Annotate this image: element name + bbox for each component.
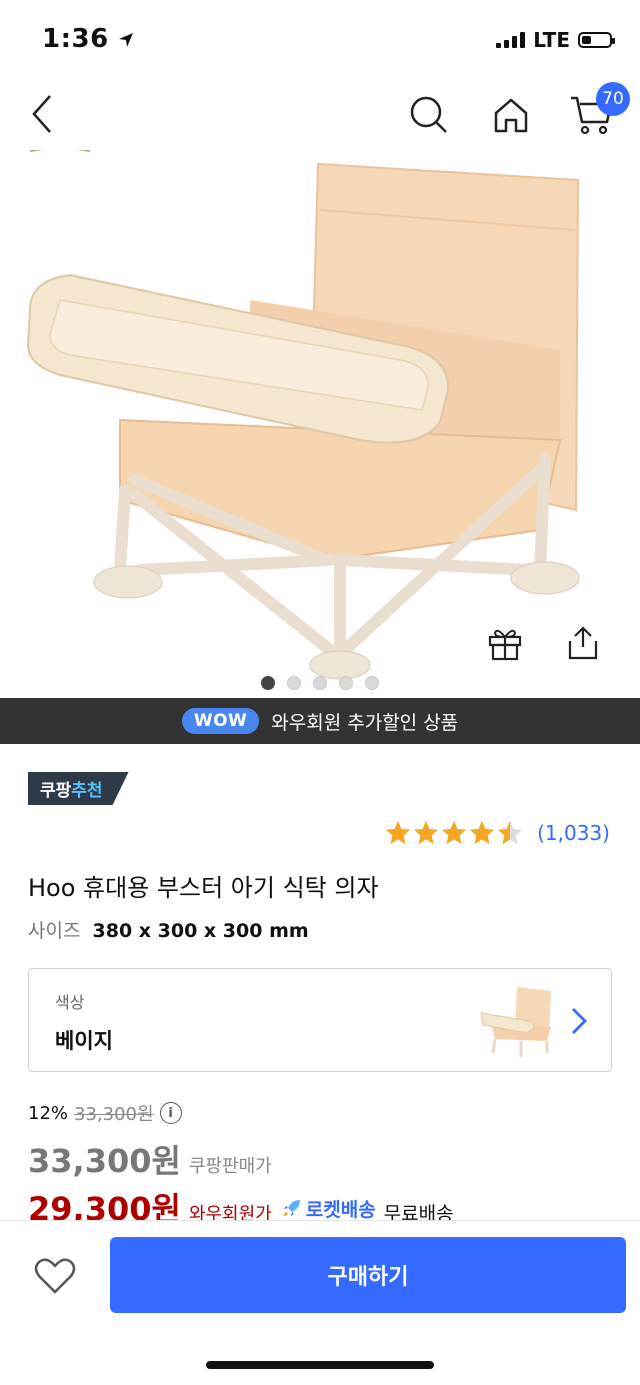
size-value: 380 x 300 x 300 mm: [92, 920, 309, 942]
rocket-icon: [282, 1200, 300, 1217]
wow-banner-text: 와우회원 추가할인 상품: [271, 711, 459, 734]
discount-row: 12% 33,300원 i: [28, 1100, 182, 1126]
gallery-dot[interactable]: [261, 676, 275, 690]
coupang-recommend-tag: 쿠팡 추천: [28, 772, 129, 805]
location-arrow-icon: [119, 32, 134, 47]
gallery-pagination: [0, 676, 640, 690]
star-icon: [386, 821, 411, 844]
star-icon: [414, 821, 439, 844]
gallery-dot[interactable]: [365, 676, 379, 690]
option-value: 베이지: [55, 1029, 113, 1053]
sale-price: 33,300원: [28, 1142, 181, 1180]
gallery-dot[interactable]: [313, 676, 327, 690]
size-row: 사이즈 380 x 300 x 300 mm: [28, 916, 309, 943]
home-indicator: [206, 1361, 434, 1369]
heart-icon: [34, 1258, 76, 1294]
gift-icon: [488, 629, 522, 661]
color-option-selector[interactable]: 색상 베이지: [28, 968, 612, 1072]
discount-rate: 12%: [28, 1102, 69, 1124]
recommend-highlight: 추천: [71, 781, 103, 801]
signal-icon: [496, 32, 526, 48]
original-price: 33,300원: [74, 1104, 154, 1125]
battery-fill: [582, 36, 592, 44]
star-icon: [470, 821, 495, 844]
home-button[interactable]: [490, 94, 532, 136]
sale-price-row: 33,300원 쿠팡판매가: [28, 1136, 272, 1182]
network-label: LTE: [533, 28, 570, 52]
share-icon: [568, 626, 598, 660]
rocket-delivery-badge: 로켓배송: [280, 1195, 376, 1222]
home-icon: [494, 98, 528, 133]
search-icon: [410, 96, 447, 133]
star-icon: [442, 821, 467, 844]
gallery-dot[interactable]: [287, 676, 301, 690]
chevron-left-icon: [32, 95, 51, 133]
booster-chair-image: [26, 150, 580, 680]
buy-button[interactable]: 구매하기: [110, 1237, 626, 1313]
status-time: 1:36: [42, 24, 134, 54]
chevron-right-icon: [572, 1008, 587, 1034]
cart-count-badge: 70: [596, 82, 630, 116]
back-button[interactable]: [22, 92, 62, 136]
review-count[interactable]: (1,033): [537, 821, 610, 845]
star-icon: [498, 821, 523, 844]
info-icon[interactable]: i: [159, 1102, 182, 1124]
status-indicators: LTE: [496, 28, 615, 52]
search-button[interactable]: [408, 94, 450, 136]
gift-button[interactable]: [484, 622, 526, 664]
option-label: 색상: [55, 993, 85, 1012]
option-thumbnail: [480, 987, 551, 1057]
battery-icon: [578, 32, 615, 48]
sale-price-label: 쿠팡판매가: [188, 1156, 272, 1177]
product-image[interactable]: [0, 150, 640, 698]
wow-badge: WOW: [181, 708, 260, 734]
product-title: Hoo 휴대용 부스터 아기 식탁 의자: [28, 874, 379, 902]
gallery-dot[interactable]: [339, 676, 353, 690]
rocket-label: 로켓배송: [305, 1198, 376, 1221]
bottom-action-bar: 구매하기: [0, 1220, 640, 1385]
status-time-text: 1:36: [42, 24, 109, 54]
wishlist-button[interactable]: [30, 1251, 80, 1301]
rating-stars[interactable]: (1,033): [385, 820, 610, 846]
recommend-prefix: 쿠팡: [40, 781, 72, 801]
share-button[interactable]: [562, 622, 604, 664]
stars-group: [385, 820, 523, 846]
size-label: 사이즈: [28, 920, 81, 942]
wow-banner[interactable]: WOW 와우회원 추가할인 상품: [0, 698, 640, 744]
